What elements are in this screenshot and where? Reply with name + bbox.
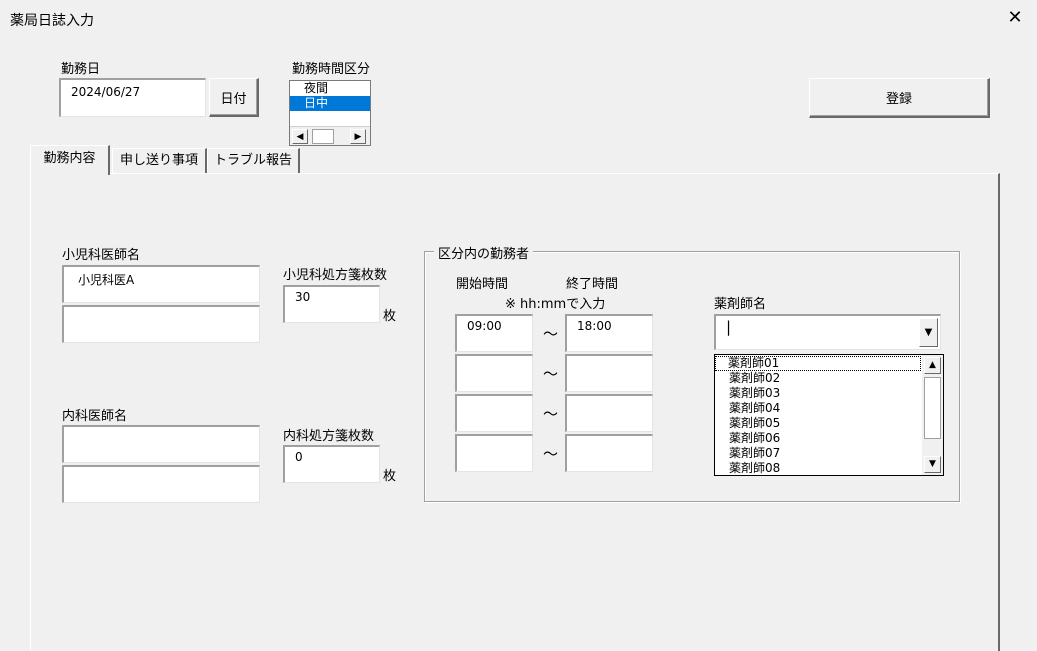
shift-scroll-thumb[interactable] <box>312 129 334 144</box>
tilde-4: ～ <box>543 445 559 463</box>
end-time-input-1[interactable]: 18:00 <box>565 314 653 352</box>
pharmacist-option-04[interactable]: 薬剤師04 <box>715 401 943 416</box>
pharmacist-option-08[interactable]: 薬剤師08 <box>715 461 943 475</box>
pharmacist-option-07[interactable]: 薬剤師07 <box>715 446 943 461</box>
shift-hscrollbar[interactable]: ◀ ▶ <box>290 126 370 145</box>
staff-frame-label: 区分内の勤務者 <box>434 243 534 262</box>
tilde-1: ～ <box>543 325 559 343</box>
chevron-down-icon[interactable]: ▼ <box>919 318 938 347</box>
arrow-down-icon[interactable]: ▼ <box>924 456 941 473</box>
pediatric-doctor-input-1[interactable]: 小児科医A <box>62 265 260 303</box>
pharmacist-option-02[interactable]: 薬剤師02 <box>715 371 943 386</box>
work-date-label: 勤務日 <box>61 62 101 77</box>
shift-label: 勤務時間区分 <box>292 62 371 77</box>
tab-handover[interactable]: 申し送り事項 <box>112 148 207 174</box>
end-time-label: 終了時間 <box>566 277 619 292</box>
start-time-input-4[interactable] <box>455 434 533 472</box>
pediatric-count-label: 小児科処方箋枚数 <box>283 268 388 283</box>
tilde-2: ～ <box>543 365 559 383</box>
tilde-3: ～ <box>543 405 559 423</box>
title-bar: 薬局日誌入力 ✕ <box>0 0 1037 38</box>
date-button[interactable]: 日付 <box>209 78 259 117</box>
internal-count-input[interactable]: 0 <box>283 445 380 483</box>
pediatric-doctor-label: 小児科医師名 <box>62 248 141 263</box>
start-time-input-3[interactable] <box>455 394 533 432</box>
end-time-input-3[interactable] <box>565 394 653 432</box>
time-format-hint: ※ hh:mmで入力 <box>505 297 606 312</box>
arrow-up-icon[interactable]: ▲ <box>924 357 941 374</box>
pediatric-doctor-input-2[interactable] <box>62 305 260 343</box>
internal-doctor-label: 内科医師名 <box>62 409 128 424</box>
pharmacist-label: 薬剤師名 <box>714 297 767 312</box>
shift-option-night[interactable]: 夜間 <box>290 81 370 96</box>
arrow-right-icon[interactable]: ▶ <box>350 129 366 144</box>
pharmacist-scroll-thumb[interactable] <box>924 377 941 439</box>
register-button[interactable]: 登録 <box>809 78 990 118</box>
pharmacist-option-06[interactable]: 薬剤師06 <box>715 431 943 446</box>
pharmacist-vscrollbar[interactable]: ▲ ▼ <box>922 355 943 475</box>
internal-unit: 枚 <box>383 469 397 484</box>
pediatric-count-input[interactable]: 30 <box>283 285 380 323</box>
shift-option-day[interactable]: 日中 <box>290 96 370 111</box>
arrow-left-icon[interactable]: ◀ <box>292 129 308 144</box>
internal-count-label: 内科処方箋枚数 <box>283 429 375 444</box>
pharmacist-dropdown-list[interactable]: 薬剤師01 薬剤師02 薬剤師03 薬剤師04 薬剤師05 薬剤師06 薬剤師0… <box>714 354 944 476</box>
work-date-input[interactable]: 2024/06/27 <box>59 78 206 117</box>
pediatric-unit: 枚 <box>383 309 397 324</box>
end-time-input-4[interactable] <box>565 434 653 472</box>
window-title: 薬局日誌入力 <box>10 13 94 29</box>
start-time-input-1[interactable]: 09:00 <box>455 314 533 352</box>
start-time-input-2[interactable] <box>455 354 533 392</box>
tab-trouble-report[interactable]: トラブル報告 <box>207 148 300 174</box>
close-icon[interactable]: ✕ <box>1003 6 1027 30</box>
pharmacist-option-05[interactable]: 薬剤師05 <box>715 416 943 431</box>
shift-listbox[interactable]: 夜間 日中 ◀ ▶ <box>289 80 371 146</box>
internal-doctor-input-2[interactable] <box>62 465 260 503</box>
pharmacist-option-01[interactable]: 薬剤師01 <box>715 356 921 371</box>
start-time-label: 開始時間 <box>456 277 509 292</box>
end-time-input-2[interactable] <box>565 354 653 392</box>
internal-doctor-input-1[interactable] <box>62 425 260 463</box>
pharmacist-option-03[interactable]: 薬剤師03 <box>715 386 943 401</box>
tab-work-content[interactable]: 勤務内容 <box>30 145 110 175</box>
pharmacist-combo-input[interactable]: | <box>714 314 941 350</box>
